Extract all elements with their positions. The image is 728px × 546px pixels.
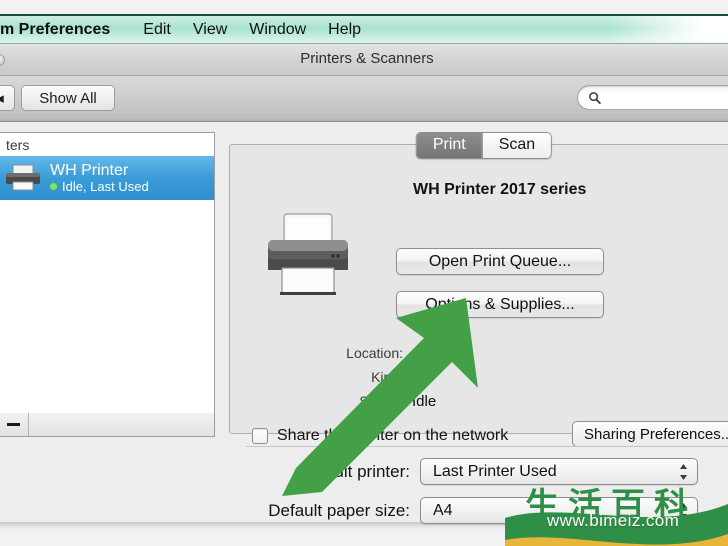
search-icon [589,91,601,104]
back-button[interactable]: ◂ [0,85,15,111]
menu-item-help[interactable]: Help [317,16,372,44]
printer-list-footer [0,413,215,437]
remove-printer-button[interactable] [0,413,29,436]
printer-list-item-text: WH Printer Idle, Last Used [50,162,149,194]
printer-list-item-wh-printer[interactable]: WH Printer Idle, Last Used [0,156,214,200]
default-paper-size-value: A4 [433,501,453,519]
minus-icon [6,423,20,426]
watermark-url: www.bimeiz.com [547,511,680,530]
content-divider [246,446,728,447]
menu-item-system-preferences[interactable]: m Preferences [0,16,132,44]
status-dot-icon [50,183,57,191]
window-titlebar[interactable]: Printers & Scanners [0,44,728,76]
printer-name: WH Printer [50,161,129,179]
printer-status-row: Idle, Last Used [50,178,149,195]
menu-bar-fade [608,16,728,43]
printer-list-header: ters [0,133,214,156]
options-supplies-button[interactable]: Options & Supplies... [396,291,604,318]
default-paper-size-label: Default paper size: [268,500,410,520]
default-printer-label: Default printer: [298,461,411,481]
show-all-button[interactable]: Show All [21,85,115,111]
search-field[interactable] [577,85,728,110]
open-print-queue-button[interactable]: Open Print Queue... [396,248,604,275]
menu-item-view[interactable]: View [182,16,238,44]
printer-status-text: Idle, Last Used [62,178,149,194]
printer-list[interactable]: ters WH Printer Idle, Last Used [0,132,215,414]
menu-bar: m Preferences Edit View Window Help [0,14,728,44]
window-title: Printers & Scanners [300,50,434,67]
watermark: 生活百科 www.bimeiz.com [505,478,728,546]
kind-label: Kind: [371,369,403,385]
share-printer-row[interactable]: Share this printer on the network [252,427,508,445]
printer-icon-small [4,163,42,193]
tab-scan[interactable]: Scan [481,133,552,158]
print-scan-tabs: Print Scan [415,132,553,159]
menu-item-edit[interactable]: Edit [132,16,182,44]
sharing-preferences-button[interactable]: Sharing Preferences... [572,421,728,447]
share-printer-label: Share this printer on the network [277,427,509,444]
location-label: Location: [346,345,403,361]
printers-scanners-window: Printers & Scanners ◂ Show All ters [0,44,728,522]
menu-item-window[interactable]: Window [238,16,317,44]
tab-print[interactable]: Print [416,133,482,158]
status-label: Status: [359,393,403,409]
device-title: WH Printer 2017 series [413,181,587,198]
desktop-background: m Preferences Edit View Window Help Prin… [0,0,728,546]
share-printer-checkbox[interactable] [252,428,268,444]
window-toolbar: ◂ Show All [0,76,728,122]
status-value: Idle [412,393,437,410]
printer-detail-panel: Print Scan WH Printer 2017 series Open P… [229,132,728,447]
printer-icon-large [254,212,362,300]
